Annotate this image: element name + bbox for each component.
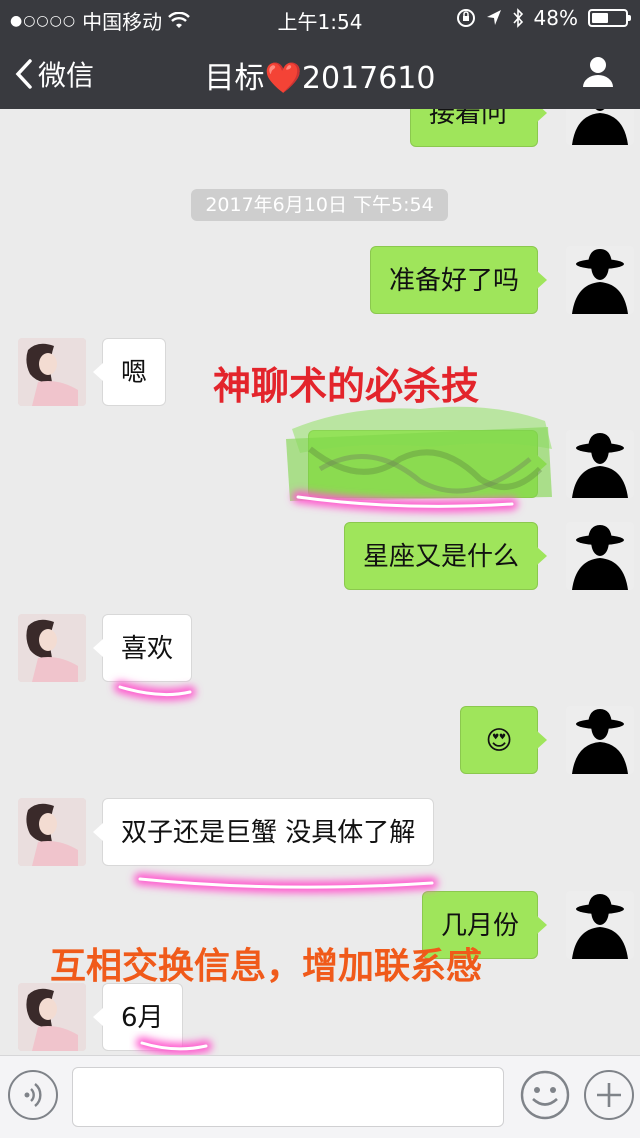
message-bubble-emoji[interactable]: 😍 (460, 706, 547, 774)
status-bar: ●○○○○ 中国移动 上午1:54 48% (0, 0, 640, 36)
annotation-orange: 互相交换信息，增加联系感 (50, 946, 483, 987)
avatar-her[interactable] (18, 983, 86, 1051)
avatar-me[interactable] (566, 109, 634, 145)
location-icon (486, 10, 501, 25)
emoji-button[interactable] (520, 1070, 570, 1120)
message-bubble-received[interactable]: 喜欢 (92, 614, 193, 682)
avatar-her[interactable] (18, 798, 86, 866)
nav-bar: 微信 目标❤️2017610 (0, 36, 640, 109)
battery-icon (588, 9, 631, 27)
message-text: 准备好了吗 (388, 266, 519, 296)
hat-man-avatar-icon (566, 706, 634, 774)
message-input[interactable] (72, 1067, 504, 1127)
voice-icon (24, 1083, 42, 1107)
avatar-me[interactable] (566, 246, 634, 314)
avatar-me[interactable] (566, 522, 634, 590)
message-bubble-sent[interactable]: 准备好了吗 (369, 246, 548, 314)
girl-avatar-icon (18, 983, 86, 1051)
message-bubble-partial[interactable]: 接着问 (410, 109, 547, 147)
voice-button[interactable] (8, 1070, 58, 1120)
message-bubble-received[interactable]: 嗯 (92, 338, 167, 406)
girl-avatar-icon (18, 614, 86, 682)
rotation-lock-icon (456, 9, 475, 27)
message-bubble-sent[interactable]: 星座又是什么 (343, 522, 548, 590)
hat-man-avatar-icon (566, 522, 634, 590)
bluetooth-icon (512, 8, 523, 28)
message-bubble-redacted[interactable] (308, 430, 547, 498)
message-text: 喜欢 (121, 634, 174, 664)
message-text: 6月 (121, 1003, 164, 1033)
annotation-red: 神聊术的必杀技 (213, 364, 480, 408)
battery-percent: 48% (533, 6, 578, 30)
message-text: 双子还是巨蟹 没具体了解 (121, 818, 416, 848)
input-bar (0, 1055, 640, 1138)
smiley-icon (520, 1070, 570, 1120)
heart-emoji: ❤️ (264, 61, 302, 96)
hat-man-avatar-icon (566, 109, 634, 145)
chat-title: 目标❤️2017610 (0, 53, 640, 97)
chat-title-prefix: 目标 (204, 61, 265, 96)
avatar-me[interactable] (566, 706, 634, 774)
person-icon[interactable] (580, 54, 616, 90)
plus-button[interactable] (584, 1070, 634, 1120)
message-text: 星座又是什么 (362, 542, 519, 572)
plus-icon (597, 1083, 621, 1107)
hat-man-avatar-icon (566, 430, 634, 498)
hat-man-avatar-icon (566, 246, 634, 314)
chat-title-suffix: 2017610 (301, 61, 436, 96)
timestamp-badge: 2017年6月10日 下午5:54 (191, 189, 448, 221)
avatar-her[interactable] (18, 614, 86, 682)
heart-eyes-emoji: 😍 (485, 726, 513, 756)
hat-man-avatar-icon (566, 891, 634, 959)
avatar-me[interactable] (566, 430, 634, 498)
message-text: 嗯 (121, 358, 148, 388)
message-bubble-received[interactable]: 双子还是巨蟹 没具体了解 (92, 798, 435, 866)
chat-area[interactable]: 接着问 2017年6月10日 下午5:54 准备好了吗 嗯 神聊术的必杀技 星座… (0, 109, 640, 1055)
girl-avatar-icon (18, 798, 86, 866)
message-bubble-received[interactable]: 6月 (93, 983, 183, 1051)
avatar-her[interactable] (18, 338, 86, 406)
markup-overlay (114, 406, 552, 1055)
avatar-me[interactable] (566, 891, 634, 959)
message-text: 接着问 (429, 109, 508, 129)
girl-avatar-icon (18, 338, 86, 406)
